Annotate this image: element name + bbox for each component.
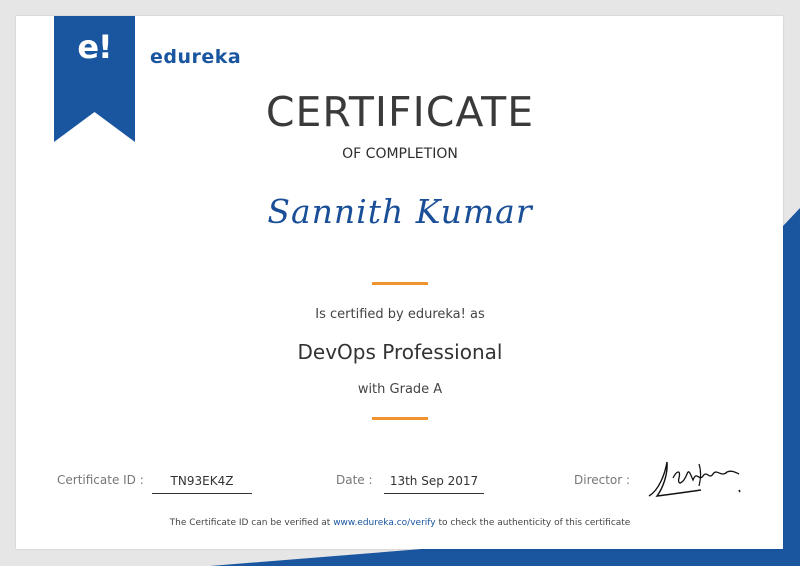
grade-text: with Grade A bbox=[357, 382, 443, 397]
footer-suffix: to check the authenticity of this certif… bbox=[435, 518, 631, 528]
footer-prefix: The Certificate ID can be verified at bbox=[169, 518, 334, 528]
course-name: DevOps Professional bbox=[297, 340, 503, 364]
certificate-subtitle: OF COMPLETION bbox=[342, 146, 458, 162]
divider-bottom bbox=[372, 417, 428, 420]
brand-name: edureka bbox=[150, 46, 242, 68]
recipient-name: Sannith Kumar bbox=[267, 192, 533, 231]
certificate-id-label: Certificate ID : bbox=[57, 473, 144, 487]
date-value: 13th Sep 2017 bbox=[389, 474, 479, 488]
director-label: Director : bbox=[574, 473, 631, 487]
certified-text: Is certified by edureka! as bbox=[315, 307, 485, 322]
certificate-id-line bbox=[152, 493, 252, 494]
date-line bbox=[384, 493, 484, 494]
certificate-title: CERTIFICATE bbox=[265, 88, 535, 136]
director-signature bbox=[648, 461, 741, 497]
divider-top bbox=[372, 282, 428, 285]
logo-mark: e! bbox=[77, 28, 112, 66]
date-label: Date : bbox=[336, 473, 373, 487]
verification-footer: The Certificate ID can be verified at ww… bbox=[0, 518, 800, 528]
certificate-id-value: TN93EK4Z bbox=[170, 474, 234, 488]
verify-link[interactable]: www.edureka.co/verify bbox=[333, 518, 435, 528]
